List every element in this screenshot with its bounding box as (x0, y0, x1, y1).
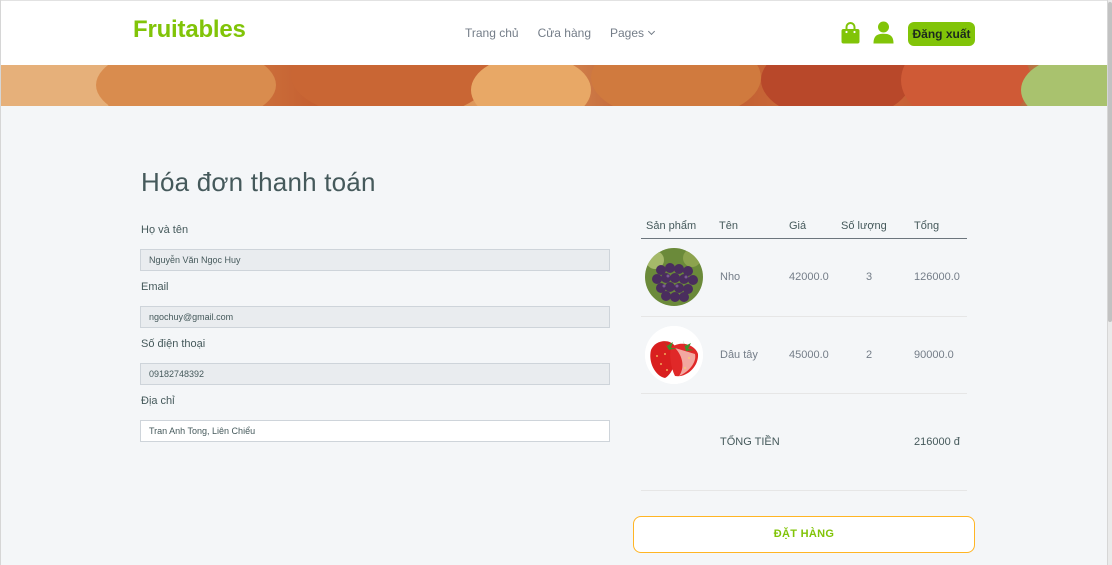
row-divider (641, 490, 967, 491)
email-field[interactable]: ngochuy@gmail.com (140, 306, 610, 328)
row-divider (641, 316, 967, 317)
column-header-name: Tên (719, 220, 738, 232)
phone-field[interactable]: 09182748392 (140, 363, 610, 385)
logout-button[interactable]: Đăng xuất (908, 22, 975, 46)
grand-total-value: 216000 đ (914, 436, 960, 448)
chevron-down-icon (647, 27, 656, 36)
phone-label: Số điện thoại (141, 338, 206, 350)
cart-item-name: Dâu tây (720, 349, 758, 361)
cart-item-name: Nho (720, 271, 741, 283)
cart-item-price: 45000.0 (789, 349, 829, 361)
place-order-button[interactable]: ĐẶT HÀNG (633, 516, 975, 553)
scrollbar[interactable] (1108, 0, 1112, 565)
strawberry-image (645, 326, 703, 384)
table-header-divider (641, 238, 967, 239)
column-header-price: Giá (789, 220, 807, 232)
brand-logo[interactable]: Fruitables (133, 16, 246, 44)
email-label: Email (141, 281, 169, 293)
grapes-image (645, 248, 703, 306)
fullname-label: Họ và tên (141, 224, 189, 236)
nav-shop[interactable]: Cửa hàng (538, 26, 591, 40)
column-header-quantity: Số lượng (841, 220, 887, 232)
cart-item-qty: 3 (866, 271, 873, 283)
nav-pages-dropdown[interactable]: Pages (610, 26, 656, 40)
main-nav: Trang chủ Cửa hàng Pages (465, 26, 656, 40)
scrollbar-thumb[interactable] (1108, 2, 1112, 322)
row-divider (641, 393, 967, 394)
hero-banner (1, 65, 1107, 106)
fullname-field[interactable]: Nguyễn Văn Ngọc Huy (140, 249, 610, 271)
address-field[interactable]: Tran Anh Tong, Liên Chiểu (140, 420, 610, 442)
cart-item-qty: 2 (866, 349, 873, 361)
cart-item-price: 42000.0 (789, 271, 829, 283)
grand-total-label: TỔNG TIỀN (720, 436, 780, 448)
user-icon[interactable] (873, 21, 894, 44)
nav-home[interactable]: Trang chủ (465, 26, 519, 40)
page: Fruitables Trang chủ Cửa hàng Pages Đăng… (0, 0, 1108, 565)
address-label: Địa chỉ (141, 395, 175, 407)
navbar: Fruitables Trang chủ Cửa hàng Pages Đăng… (1, 0, 1107, 65)
cart-item-total: 90000.0 (914, 349, 954, 361)
shopping-bag-icon[interactable] (841, 22, 860, 44)
column-header-product: Sản phẩm (646, 220, 697, 232)
page-title: Hóa đơn thanh toán (141, 167, 376, 197)
cart-item-total: 126000.0 (914, 271, 960, 283)
column-header-total: Tổng (914, 220, 940, 232)
nav-pages-label: Pages (610, 26, 645, 40)
